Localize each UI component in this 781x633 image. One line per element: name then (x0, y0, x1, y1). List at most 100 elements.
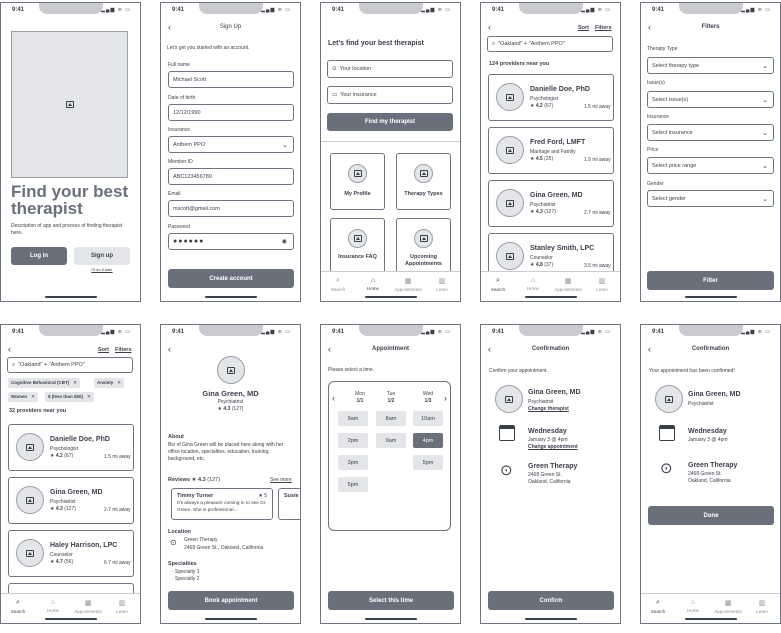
dob-field[interactable]: 12/12/1990 (168, 104, 294, 121)
tab-search[interactable]: ⌕ Search (4, 599, 32, 614)
time-slot[interactable]: 5pm (413, 455, 443, 470)
filter-chip[interactable]: $ (less than $50) ✕ (45, 392, 94, 402)
provider-name: Danielle Doe, PhD (50, 436, 110, 443)
notch (38, 325, 103, 336)
location-input[interactable]: ⊙ Your location (327, 60, 453, 78)
rating-value: 4.3 (535, 209, 543, 215)
close-icon[interactable]: ✕ (31, 394, 35, 399)
see-more-link[interactable]: See more (270, 477, 292, 483)
chevron-right-icon[interactable]: › (444, 393, 447, 403)
provider-card[interactable]: Gina Green, MD Psychiatrist ★ 4.3 (127) … (488, 180, 614, 227)
status-icons: ▂▄▆ ≋ ▭ (741, 7, 771, 13)
day-date: 1/3 (424, 398, 432, 404)
provider-card[interactable]: Haley Harrison, LPC Counselor ★ 4.7 (56)… (8, 530, 134, 577)
status-time: 9:41 (332, 329, 345, 335)
image-icon (505, 395, 513, 403)
tab-appointments[interactable]: ▦ Appointments (554, 277, 582, 292)
therapy-type-select[interactable]: Select therapy type ⌄ (647, 57, 774, 74)
tab-appointments[interactable]: ▦ Appointments (74, 599, 102, 614)
notch (38, 3, 103, 14)
close-icon[interactable]: ✕ (73, 380, 77, 385)
tab-home[interactable]: ⌂ Home (39, 599, 67, 613)
tab-appointments[interactable]: ▦ Appointments (714, 599, 742, 614)
confirm-button[interactable]: Confirm (488, 591, 614, 610)
email-field[interactable]: mscott@gmail.com (168, 200, 294, 217)
gender-select[interactable]: Select gender ⌄ (647, 190, 774, 207)
tab-home[interactable]: ⌂ Home (679, 599, 707, 613)
back-icon[interactable]: ‹ (488, 22, 491, 32)
search-input[interactable]: ⌕ "Oakland" + "Anthem PPO" (7, 357, 133, 373)
insurance-input[interactable]: ▭ Your insurance (327, 86, 453, 104)
tile-upcoming-appointments[interactable]: Upcoming Appointments (396, 218, 451, 275)
tab-learn[interactable]: ▥ Learn (588, 277, 616, 292)
tab-search[interactable]: ⌕ Search (644, 599, 672, 614)
tab-search[interactable]: ⌕ Search (324, 277, 352, 292)
search-input[interactable]: ⌕ "Oakland" + "Anthem PPO" (487, 36, 613, 52)
sort-link[interactable]: Sort (578, 25, 589, 31)
time-slot[interactable]: 8am (376, 411, 406, 426)
provider-card[interactable]: Fred Ford, LMFT Marriage and Family ★ 4.… (488, 127, 614, 174)
tab-home[interactable]: ⌂ Home (519, 277, 547, 291)
review-card[interactable]: Susie (278, 488, 300, 520)
time-slot[interactable]: 9am (338, 411, 368, 426)
member-id-field[interactable]: ABC123456789 (168, 168, 294, 185)
issues-select[interactable]: Select issue(s) ⌄ (647, 91, 774, 108)
close-icon[interactable]: ✕ (117, 380, 121, 385)
done-button[interactable]: Done (648, 506, 774, 525)
tab-home[interactable]: ⌂ Home (359, 277, 387, 291)
tile-insurance-faq[interactable]: Insurance FAQ (330, 218, 385, 275)
change-therapist-link[interactable]: Change therapist (528, 406, 569, 412)
time-slot[interactable]: 10am (413, 411, 443, 426)
filter-label: Gender (647, 181, 664, 187)
back-icon[interactable]: ‹ (8, 344, 11, 354)
tab-search[interactable]: ⌕ Search (484, 277, 512, 292)
filter-button[interactable]: Filter (647, 271, 774, 290)
notch (198, 3, 263, 14)
time-slot-selected[interactable]: 4pm (413, 433, 443, 448)
login-button[interactable]: Log in (11, 247, 67, 265)
time-slot[interactable]: 5pm (338, 477, 368, 492)
time-slot[interactable]: 9am (376, 433, 406, 448)
fullname-field[interactable]: Michael Scott (168, 71, 294, 88)
tile-therapy-types[interactable]: Therapy Types (396, 153, 451, 210)
insurance-select[interactable]: Select insurance ⌄ (647, 124, 774, 141)
time-slot[interactable]: 2pm (338, 433, 368, 448)
provider-name: Haley Harrison, LPC (50, 542, 118, 549)
provider-role: Psychiatrist (530, 202, 556, 208)
filters-link[interactable]: Filters (115, 347, 132, 353)
create-account-button[interactable]: Create account (168, 269, 294, 288)
signup-button[interactable]: Sign up (74, 247, 130, 265)
filter-chip[interactable]: Anxiety ✕ (94, 378, 125, 388)
tab-appointments[interactable]: ▦ Appointments (394, 277, 422, 292)
eye-icon[interactable]: ◉ (282, 238, 288, 245)
tab-learn[interactable]: ▥ Learn (428, 277, 456, 292)
tab-label: Appointments (394, 287, 422, 292)
filters-link[interactable]: Filters (595, 25, 612, 31)
status-icons: ▂▄▆ ≋ ▭ (101, 7, 131, 13)
select-time-button[interactable]: Select this time (328, 591, 454, 610)
tab-learn[interactable]: ▥ Learn (748, 599, 776, 614)
password-field[interactable]: ●●●●●● ◉ (168, 233, 294, 250)
find-therapist-button[interactable]: Find my therapist (327, 113, 453, 131)
price-select[interactable]: Select price range ⌄ (647, 157, 774, 174)
insurance-select[interactable]: Anthem PPO ⌄ (168, 136, 294, 153)
later-link[interactable]: I'll do it later (74, 267, 130, 272)
review-card[interactable]: Timmy Turner ★ 5 It's always a pleasure … (171, 488, 273, 520)
back-icon[interactable]: ‹ (168, 344, 171, 354)
filter-chip[interactable]: Cognitive Behavioral (CBT) ✕ (8, 378, 81, 388)
change-appointment-link[interactable]: Change appointment (528, 444, 578, 450)
search-icon: ⌕ (492, 40, 496, 47)
close-icon[interactable]: ✕ (87, 394, 91, 399)
filter-chip[interactable]: Women ✕ (8, 392, 38, 402)
chevron-left-icon[interactable]: ‹ (332, 393, 335, 403)
day-header: Tue 1/2 (376, 391, 406, 405)
notch (198, 325, 263, 336)
tab-learn[interactable]: ▥ Learn (108, 599, 136, 614)
provider-card[interactable]: Danielle Doe, PhD Psychologist ★ 4.2 (67… (488, 74, 614, 121)
provider-card[interactable]: Gina Green, MD Psychiatrist ★ 4.3 (127) … (8, 477, 134, 524)
provider-card[interactable]: Danielle Doe, PhD Psychologist ★ 4.2 (67… (8, 424, 134, 471)
tile-my-profile[interactable]: My Profile (330, 153, 385, 210)
time-slot[interactable]: 3pm (338, 455, 368, 470)
sort-link[interactable]: Sort (98, 347, 109, 353)
book-appointment-button[interactable]: Book appointment (168, 591, 294, 610)
